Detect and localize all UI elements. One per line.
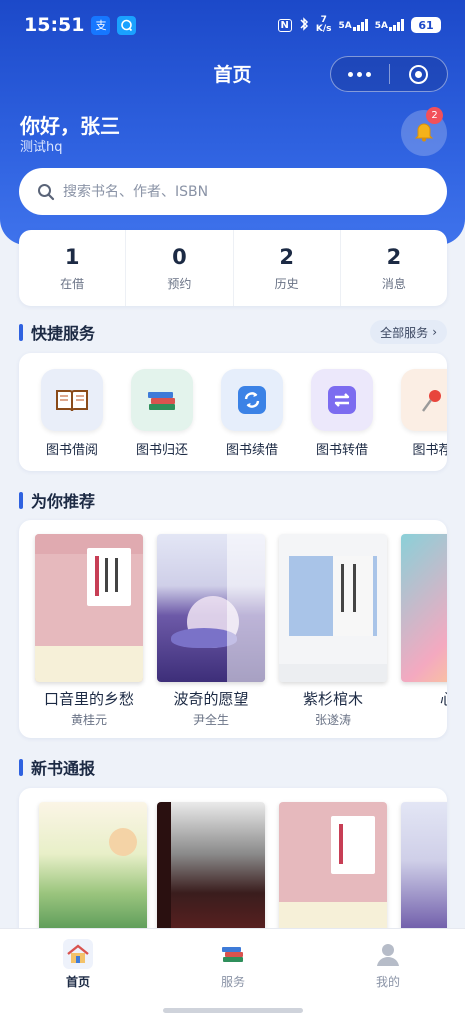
quick-services-header: 快捷服务 全部服务 ›	[19, 320, 447, 344]
search-input[interactable]	[63, 183, 423, 200]
book-card[interactable]: 紫杉棺木 张遂涛	[279, 534, 387, 728]
bluetooth-icon	[299, 16, 309, 34]
recommend-card: 口音里的乡愁 黄桂元 波奇的愿望 尹全生 紫杉棺木 张遂涛 心灵	[19, 520, 447, 738]
book-cover	[279, 534, 387, 682]
close-miniapp-button[interactable]	[390, 57, 448, 91]
book-author: 黄桂元	[70, 713, 107, 727]
book-card[interactable]: 波奇的愿望 尹全生	[157, 534, 265, 728]
search-icon	[38, 183, 55, 200]
home-icon	[63, 939, 93, 969]
tab-services[interactable]: 服务	[193, 939, 273, 990]
stat-messages[interactable]: 2 消息	[341, 230, 447, 306]
user-icon	[373, 939, 403, 969]
battery-icon: 61	[411, 17, 441, 33]
alipay-icon: 支	[91, 15, 111, 35]
renew-icon	[221, 369, 283, 431]
home-indicator	[163, 1008, 303, 1013]
search-bar[interactable]	[19, 168, 447, 215]
service-return[interactable]: 图书归还	[122, 369, 202, 458]
signal-bars-icon	[352, 19, 368, 31]
stat-borrowed[interactable]: 1 在借	[19, 230, 127, 306]
new-book-cover[interactable]	[279, 802, 387, 932]
new-books-card	[19, 788, 447, 948]
book-stack-icon	[131, 369, 193, 431]
book-cover	[35, 534, 143, 682]
signal-bars-icon	[389, 19, 404, 31]
book-cover	[157, 534, 265, 682]
chat-app-icon	[117, 15, 137, 35]
status-bar: 15:51 支 N 7 K/s 5A 5A 61	[24, 12, 441, 38]
stat-reserved[interactable]: 0 预约	[126, 230, 234, 306]
stats-panel: 1 在借 0 预约 2 历史 2 消息	[19, 230, 447, 306]
book-title: 波奇的愿望	[173, 690, 249, 708]
user-subtitle: 测试hq	[20, 140, 63, 155]
status-time: 15:51	[24, 14, 85, 36]
new-books-header: 新书通报	[19, 755, 447, 779]
new-book-cover[interactable]	[157, 802, 265, 932]
quick-services-card: 图书借阅 图书归还 图书续借 图书转借 图书荐	[19, 353, 447, 471]
chevron-right-icon: ›	[432, 325, 437, 339]
section-marker	[19, 758, 23, 776]
target-icon	[408, 64, 428, 84]
transfer-icon	[311, 369, 373, 431]
section-title: 新书通报	[31, 759, 96, 778]
book-cover	[401, 534, 447, 682]
more-dots-icon	[348, 71, 372, 77]
signal-2: 5A	[375, 19, 404, 31]
notification-badge: 2	[426, 107, 443, 124]
new-book-cover[interactable]	[39, 802, 147, 932]
service-borrow[interactable]: 图书借阅	[32, 369, 112, 458]
book-title: 口音里的乡愁	[43, 690, 134, 708]
section-marker	[19, 491, 23, 509]
tab-mine[interactable]: 我的	[348, 939, 428, 990]
book-author: 张遂涛	[314, 713, 351, 727]
greeting: 你好，张三	[20, 114, 120, 138]
new-book-cover[interactable]	[401, 802, 447, 932]
book-card[interactable]: 口音里的乡愁 黄桂元	[35, 534, 143, 728]
signal-1: 5A	[339, 19, 368, 31]
all-services-button[interactable]: 全部服务 ›	[370, 320, 447, 344]
section-marker	[19, 323, 23, 341]
service-recommend[interactable]: 图书荐	[392, 369, 447, 458]
tab-home[interactable]: 首页	[38, 939, 118, 990]
mini-program-capsule	[330, 56, 448, 92]
recommend-header: 为你推荐	[19, 488, 447, 512]
nfc-icon: N	[277, 18, 292, 32]
book-author: 尹全生	[192, 713, 229, 727]
pin-icon	[401, 369, 447, 431]
open-book-icon	[41, 369, 103, 431]
service-renew[interactable]: 图书续借	[212, 369, 292, 458]
service-transfer[interactable]: 图书转借	[302, 369, 382, 458]
network-speed: 7 K/s	[315, 15, 332, 34]
stat-history[interactable]: 2 历史	[234, 230, 341, 306]
book-title: 心灵	[401, 688, 447, 709]
section-title: 快捷服务	[31, 324, 96, 343]
book-card[interactable]: 心灵	[401, 534, 447, 711]
section-title: 为你推荐	[31, 492, 96, 511]
book-title: 紫杉棺木	[302, 690, 363, 708]
books-icon	[218, 939, 248, 969]
more-button[interactable]	[331, 57, 389, 91]
notification-button[interactable]: 2	[401, 107, 447, 156]
